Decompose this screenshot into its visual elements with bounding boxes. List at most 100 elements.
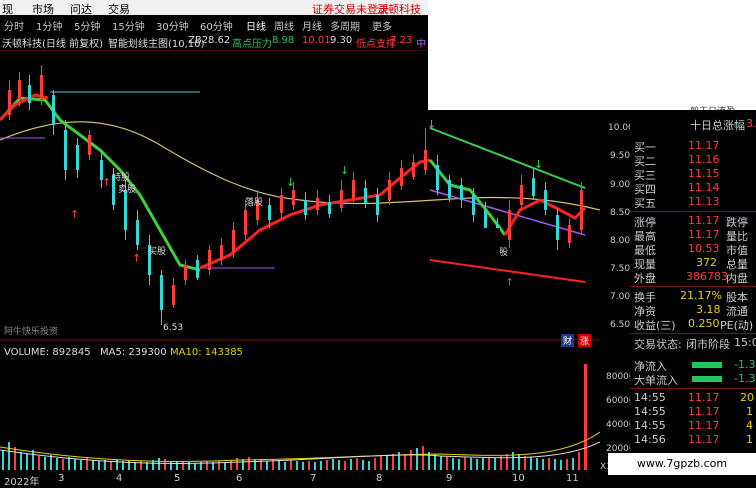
stat-value: 11.17 [688, 214, 720, 227]
top-menu-bar: 现 市场 问达 交易 证券交易未登录 沃顿科技 [0, 0, 428, 17]
price-tick: 6.50 [610, 320, 631, 330]
price-tick: 7.50 [610, 264, 631, 274]
flow-label: 大单流入 [634, 374, 678, 387]
divider [630, 333, 756, 334]
annotation-drop: 落股 [245, 196, 263, 208]
order-price: 11.13 [688, 195, 720, 208]
tab-timeshare[interactable]: 分时 [4, 18, 24, 33]
stat-value: 386783 [686, 270, 728, 283]
annotation-hold: 持股 [112, 171, 130, 183]
stat-label: 收益(三) [634, 319, 676, 332]
stat-label-2: 内盘 [726, 272, 748, 285]
indicator-bar: 沃顿科技(日线 前复权) 智能划线主图(10,10) ZB2: 8.62 高点压… [0, 33, 428, 50]
annotation-buy: 买股 [148, 246, 166, 257]
divider [630, 211, 756, 212]
volume-title-bar: VOLUME: 892845 MA5: 239300 MA10: 143385 [0, 346, 600, 360]
volume-ma10-line [0, 431, 600, 462]
value-1: 10.01 [302, 35, 331, 46]
stat-value: 10.53 [688, 242, 720, 255]
value-2: 9.30 [330, 35, 353, 46]
svg-text:↑: ↑ [102, 176, 111, 189]
overlay-white-box: 剪干日流盈 [428, 0, 756, 117]
stat-label: 外盘 [634, 272, 656, 285]
stat-value: 11.17 [688, 228, 720, 241]
svg-text:↓: ↓ [286, 176, 295, 189]
svg-text:↑: ↑ [70, 208, 79, 221]
stat-value: 0.250 [688, 317, 720, 330]
stat-value: 21.17% [680, 289, 722, 302]
tick-time: 14:55 [634, 391, 666, 404]
tab-60min[interactable]: 60分钟 [200, 18, 233, 33]
svg-text:↑: ↑ [132, 252, 141, 265]
svg-text:↓: ↓ [427, 118, 436, 131]
volume-bars [2, 364, 587, 470]
tick-vol: 1 [746, 405, 753, 418]
order-label: 买五 [634, 197, 656, 210]
tick-time: 14:55 [634, 419, 666, 432]
trade-state-label: 交易状态: [634, 338, 682, 351]
volume-ma5-line [0, 441, 600, 464]
menu-item-wenda[interactable]: 问达 [70, 1, 92, 17]
stock-period-label: 沃顿科技(日线 前复权) [2, 39, 103, 50]
volume-value: VOLUME: 892845 [4, 347, 91, 358]
price-tick: 9.00 [610, 180, 631, 190]
tab-15min[interactable]: 15分钟 [112, 18, 145, 33]
price-tick: 8.50 [610, 208, 631, 218]
redaction-box [270, 228, 500, 258]
trade-state-time: 15:00 [734, 336, 756, 349]
green-resistance-trendline [429, 127, 586, 189]
stat-value: 372 [696, 256, 717, 269]
tick-price: 11.17 [688, 419, 720, 432]
tab-more[interactable]: 更多 [372, 18, 392, 33]
date-tick: 6 [236, 473, 243, 484]
date-tick: 3 [58, 473, 65, 484]
annotation-sell: 卖股 [118, 184, 136, 195]
divider [630, 388, 756, 389]
volume-ma10: MA10: 143385 [170, 347, 243, 358]
date-tick: 8 [376, 473, 383, 484]
volume-ma5: MA5: 239300 [100, 347, 167, 358]
ten-day-value: 3.50 [746, 117, 756, 130]
tab-30min[interactable]: 30分钟 [156, 18, 189, 33]
tick-vol: 20 [740, 391, 754, 404]
stat-label-2: PE(动) [720, 319, 754, 332]
tick-price: 11.17 [688, 391, 720, 404]
tab-daily[interactable]: 日线 [246, 18, 266, 33]
tick-price: 11.17 [688, 433, 720, 446]
watermark: www.7gpzb.com [608, 453, 756, 475]
tab-5min[interactable]: 5分钟 [74, 18, 100, 33]
volume-chart [0, 364, 600, 470]
flow-bar [692, 362, 722, 368]
tab-monthly[interactable]: 月线 [302, 18, 322, 33]
date-tick: 10 [512, 473, 525, 484]
trend-line-green-segment [0, 96, 201, 272]
tab-1min[interactable]: 1分钟 [36, 18, 62, 33]
tab-multi-period[interactable]: 多周期 [330, 18, 360, 33]
svg-text:↑: ↑ [505, 276, 514, 289]
price-tick: 7.00 [610, 292, 631, 302]
ten-day-label: 十日总涨幅 [690, 119, 745, 132]
date-tick: 9 [446, 473, 453, 484]
tick-time: 14:56 [634, 433, 666, 446]
stock-name: 沃顿科技 [377, 3, 421, 16]
order-price: 11.17 [688, 139, 720, 152]
order-price: 11.15 [688, 167, 720, 180]
flow-value: -1.32 [734, 372, 756, 385]
tab-weekly[interactable]: 周线 [274, 18, 294, 33]
menu-item-1[interactable]: 现 [2, 1, 13, 17]
high-pressure-value: 8.98 [272, 35, 295, 46]
tick-time: 14:55 [634, 405, 666, 418]
tick-vol: 1 [746, 433, 753, 446]
order-price: 11.16 [688, 153, 720, 166]
svg-text:↓: ↓ [340, 164, 349, 177]
divider [630, 286, 756, 287]
flow-value: -1.35 [734, 358, 756, 371]
tick-price: 11.17 [688, 405, 720, 418]
menu-item-trade[interactable]: 交易 [108, 1, 130, 17]
svg-text:↓: ↓ [534, 158, 543, 171]
low-price-label: 6.53 [163, 323, 183, 333]
order-price: 11.14 [688, 181, 720, 194]
period-tab-bar: 分时 1分钟 5分钟 15分钟 30分钟 60分钟 日线 周线 月线 多周期 更… [0, 16, 428, 33]
date-tick: 11 [566, 473, 579, 484]
menu-item-market[interactable]: 市场 [32, 1, 54, 17]
